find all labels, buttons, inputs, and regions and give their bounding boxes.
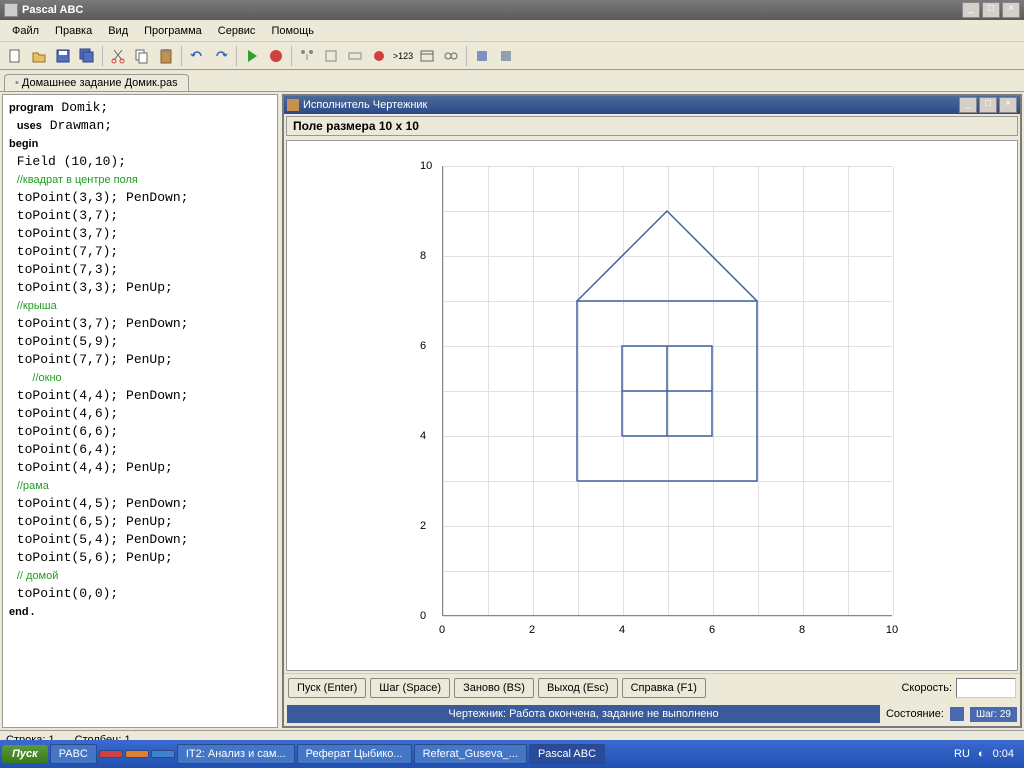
menu-edit[interactable]: Правка [47, 23, 100, 39]
toolbar: >123 [0, 42, 1024, 70]
main-titlebar: Pascal ABC _ □ × [0, 0, 1024, 20]
menubar: Файл Правка Вид Программа Сервис Помощь [0, 20, 1024, 42]
maximize-button[interactable]: □ [982, 2, 1000, 18]
app-icon [4, 3, 18, 17]
tool1-icon[interactable] [471, 45, 493, 67]
breakpoint-icon[interactable] [368, 45, 390, 67]
code-editor[interactable]: program Domik; uses Drawman; begin Field… [2, 94, 278, 728]
cut-icon[interactable] [107, 45, 129, 67]
task-item[interactable] [125, 750, 149, 758]
drawer-window: Исполнитель Чертежник _ □ × Поле размера… [282, 94, 1022, 728]
menu-help[interactable]: Помощь [263, 23, 322, 39]
step-over-icon[interactable] [320, 45, 342, 67]
state-indicator-icon [950, 707, 964, 721]
undo-icon[interactable] [186, 45, 208, 67]
task-item[interactable]: IT2: Анализ и сам... [177, 744, 295, 764]
close-button[interactable]: × [1002, 2, 1020, 18]
speed-label: Скорость: [901, 682, 952, 694]
task-item[interactable]: PABC [50, 744, 97, 764]
save-icon[interactable] [52, 45, 74, 67]
step-out-icon[interactable] [344, 45, 366, 67]
window-title: Pascal ABC [22, 4, 962, 16]
run-button[interactable]: Пуск (Enter) [288, 678, 366, 698]
redo-icon[interactable] [210, 45, 232, 67]
state-label: Состояние: [886, 708, 944, 720]
again-button[interactable]: Заново (BS) [454, 678, 534, 698]
step-button[interactable]: Шаг (Space) [370, 678, 450, 698]
lang-indicator[interactable]: RU [954, 748, 970, 760]
file-tab[interactable]: • Домашнее задание Домик.pas [4, 74, 189, 91]
task-item[interactable] [99, 750, 123, 758]
glasses-icon[interactable] [440, 45, 462, 67]
drawing-canvas: 02468100246810 [286, 140, 1018, 671]
menu-program[interactable]: Программа [136, 23, 210, 39]
system-tray[interactable]: RU ◐ 0:04 [946, 748, 1022, 760]
run-icon[interactable] [241, 45, 263, 67]
start-button[interactable]: Пуск [2, 745, 48, 763]
exit-button[interactable]: Выход (Esc) [538, 678, 618, 698]
new-file-icon[interactable] [4, 45, 26, 67]
tabbar: • Домашнее задание Домик.pas [0, 70, 1024, 92]
child-minimize-button[interactable]: _ [959, 97, 977, 113]
drawer-status: Чертежник: Работа окончена, задание не в… [287, 705, 880, 723]
menu-view[interactable]: Вид [100, 23, 136, 39]
menu-file[interactable]: Файл [4, 23, 47, 39]
step-counter: Шаг: 29 [970, 707, 1017, 722]
window-icon[interactable] [416, 45, 438, 67]
tray-icon[interactable]: ◐ [978, 748, 985, 760]
drawer-icon [287, 99, 299, 111]
tool2-icon[interactable] [495, 45, 517, 67]
stop-icon[interactable] [265, 45, 287, 67]
field-size-label: Поле размера 10 x 10 [286, 116, 1018, 136]
minimize-button[interactable]: _ [962, 2, 980, 18]
paste-icon[interactable] [155, 45, 177, 67]
step-into-icon[interactable] [296, 45, 318, 67]
child-maximize-button[interactable]: □ [979, 97, 997, 113]
drawer-title: Исполнитель Чертежник [303, 99, 959, 111]
open-icon[interactable] [28, 45, 50, 67]
save-all-icon[interactable] [76, 45, 98, 67]
child-close-button[interactable]: × [999, 97, 1017, 113]
clock: 0:04 [993, 748, 1014, 760]
task-item[interactable]: Referat_Guseva_... [414, 744, 527, 764]
task-item[interactable]: Pascal ABC [529, 744, 605, 764]
speed-slider[interactable] [956, 678, 1016, 698]
help-button[interactable]: Справка (F1) [622, 678, 706, 698]
watch-icon[interactable]: >123 [392, 45, 414, 67]
task-item[interactable] [151, 750, 175, 758]
task-item[interactable]: Реферат Цыбико... [297, 744, 412, 764]
copy-icon[interactable] [131, 45, 153, 67]
taskbar: Пуск PABC IT2: Анализ и сам... Реферат Ц… [0, 740, 1024, 768]
menu-service[interactable]: Сервис [210, 23, 264, 39]
